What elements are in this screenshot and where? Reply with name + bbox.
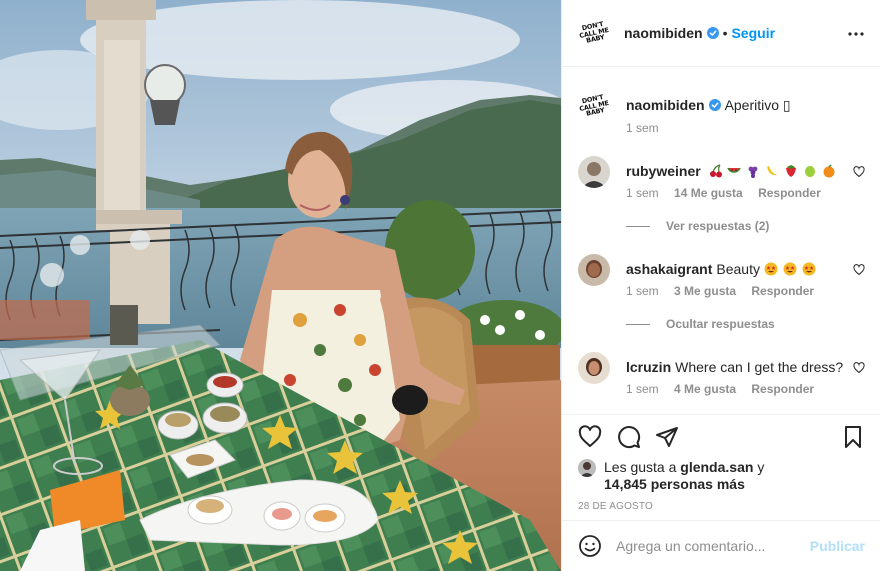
comment-like-heart-icon[interactable] (853, 166, 865, 178)
star-struck-icon (802, 262, 816, 276)
caption-age[interactable]: 1 sem (626, 121, 659, 135)
thread-line (626, 323, 650, 325)
comment-like-heart-icon[interactable] (853, 362, 865, 374)
comment-likes[interactable]: 3 Me gusta (674, 284, 736, 298)
verified-badge-icon (706, 27, 719, 39)
verified-badge-icon (708, 99, 721, 111)
comment-icon[interactable] (617, 425, 641, 449)
hide-replies-label: Ocultar respuestas (666, 317, 775, 331)
avatar-logo-text: DON'T CALL ME BABY (578, 20, 610, 45)
post-header: DON'T CALL ME BABY naomibiden • Seguir (562, 0, 880, 67)
caption-glyph: ▯ (782, 97, 791, 113)
reply-button[interactable]: Responder (758, 186, 821, 200)
strawberry-icon (786, 165, 797, 177)
thread-line (626, 225, 650, 227)
comment-age[interactable]: 1 sem (626, 284, 659, 298)
smiley-icon[interactable] (578, 534, 602, 558)
caption-body: naomibiden Aperitivo ▯ (626, 96, 846, 114)
author-avatar[interactable]: DON'T CALL ME BABY (578, 17, 610, 49)
star-struck-icon (783, 262, 797, 276)
comment-body: rubyweiner (626, 162, 846, 180)
lime-icon (805, 166, 816, 177)
star-struck-icon (764, 262, 778, 276)
publish-button[interactable]: Publicar (810, 538, 865, 554)
grapes-icon (748, 166, 758, 178)
caption-meta: 1 sem (626, 121, 671, 135)
caption-avatar[interactable]: DON'T CALL ME BABY (578, 90, 610, 122)
comment-like-heart-icon[interactable] (853, 264, 865, 276)
comment-item: lcruzin Where can I get the dress? 1 sem … (578, 352, 865, 396)
caption: DON'T CALL ME BABY naomibiden Aperitivo ▯… (578, 90, 865, 140)
comment-likes[interactable]: 4 Me gusta (674, 382, 736, 396)
likes-text: Les gusta a glenda.san y 14,845 personas… (604, 459, 764, 493)
comment-composer: Publicar (562, 520, 880, 571)
comment-meta: 1 sem 3 Me gusta Responder (626, 284, 826, 298)
post-actions: Les gusta a glenda.san y 14,845 personas… (562, 414, 880, 512)
reply-button[interactable]: Responder (751, 382, 814, 396)
post-sidebar: DON'T CALL ME BABY naomibiden • Seguir D… (561, 0, 880, 571)
comment-emojis (709, 163, 837, 179)
comment-likes[interactable]: 14 Me gusta (674, 186, 743, 200)
caption-username[interactable]: naomibiden (626, 97, 705, 113)
heart-icon[interactable] (578, 425, 602, 449)
likes-prefix: Les gusta a (604, 459, 677, 475)
commenter-username[interactable]: ashakaigrant (626, 261, 712, 277)
likes-count[interactable]: 14,845 personas más (604, 476, 745, 492)
banana-icon (767, 166, 778, 176)
cherries-icon (709, 164, 722, 178)
likes-joiner: y (757, 459, 765, 475)
avatar-logo-text: DON'T CALL ME BABY (578, 93, 610, 118)
post-photo[interactable] (0, 0, 561, 571)
comment-item: rubyweiner 1 sem 14 Me gusta Responder (578, 156, 865, 200)
follow-button[interactable]: Seguir (731, 25, 775, 41)
comment-text: Beauty (716, 261, 760, 277)
commenter-avatar[interactable] (578, 254, 610, 286)
paper-plane-icon[interactable] (655, 425, 679, 449)
comment-input[interactable] (616, 538, 810, 554)
liker-username[interactable]: glenda.san (680, 459, 753, 475)
orange-icon (823, 164, 835, 178)
hide-replies-button[interactable]: Ocultar respuestas (626, 317, 775, 331)
commenter-avatar[interactable] (578, 352, 610, 384)
commenter-username[interactable]: lcruzin (626, 359, 671, 375)
comment-body: lcruzin Where can I get the dress? (626, 358, 846, 376)
caption-text: Aperitivo (724, 97, 783, 113)
more-horizontal-icon[interactable] (847, 25, 865, 43)
commenter-avatar[interactable] (578, 156, 610, 188)
view-replies-button[interactable]: Ver respuestas (2) (626, 219, 769, 233)
separator-dot: • (722, 25, 728, 41)
reply-button[interactable]: Responder (751, 284, 814, 298)
bookmark-icon[interactable] (841, 425, 865, 449)
comment-emojis (764, 261, 817, 277)
comment-age[interactable]: 1 sem (626, 382, 659, 396)
comment-meta: 1 sem 14 Me gusta Responder (626, 186, 833, 200)
likes-summary: Les gusta a glenda.san y 14,845 personas… (578, 459, 764, 493)
photo-illustration (0, 0, 561, 571)
comment-meta: 1 sem 4 Me gusta Responder (626, 382, 826, 396)
liker-avatar[interactable] (578, 459, 596, 477)
comment-age[interactable]: 1 sem (626, 186, 659, 200)
author-username[interactable]: naomibiden (624, 25, 703, 41)
view-replies-label: Ver respuestas (2) (666, 219, 770, 233)
post-date[interactable]: 28 DE AGOSTO (578, 501, 653, 512)
comments-list[interactable]: DON'T CALL ME BABY naomibiden Aperitivo ▯… (562, 68, 880, 414)
comment-item: ashakaigrant Beauty 1 sem 3 Me gusta Resp… (578, 254, 865, 298)
comment-body: ashakaigrant Beauty (626, 260, 846, 278)
comment-text: Where can I get the dress? (675, 359, 844, 375)
commenter-username[interactable]: rubyweiner (626, 163, 701, 179)
watermelon-icon (727, 167, 742, 173)
